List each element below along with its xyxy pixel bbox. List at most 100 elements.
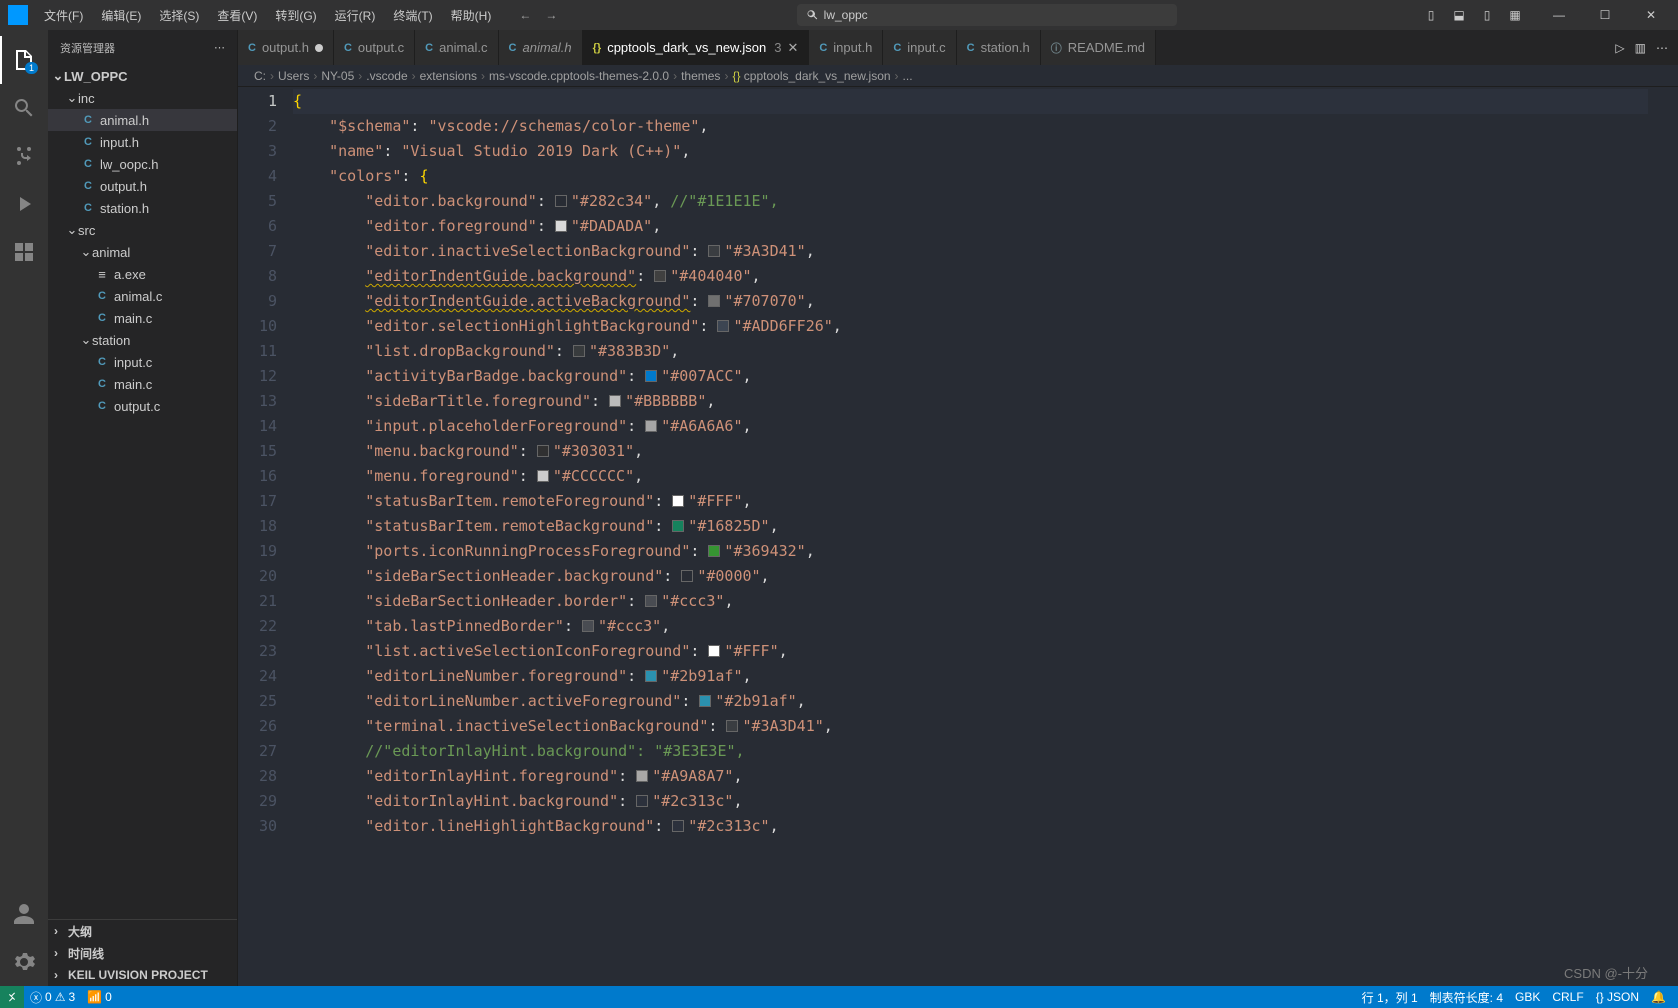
menu-terminal[interactable]: 终端(T) — [385, 3, 440, 28]
code-line[interactable]: "colors": { — [293, 164, 1648, 189]
nav-forward-icon[interactable]: → — [541, 6, 561, 24]
code-line[interactable]: "tab.lastPinnedBorder": "#ccc3", — [293, 614, 1648, 639]
search-input[interactable]: lw_oppc — [797, 4, 1177, 26]
source-control-icon[interactable] — [0, 132, 48, 180]
maximize-button[interactable]: ☐ — [1582, 0, 1628, 30]
split-editor-icon[interactable]: ▥ — [1635, 41, 1646, 55]
tree-file[interactable]: Coutput.h — [48, 175, 237, 197]
minimap[interactable] — [1648, 87, 1678, 986]
menu-view[interactable]: 查看(V) — [209, 3, 265, 28]
code-line[interactable]: "editorLineNumber.foreground": "#2b91af"… — [293, 664, 1648, 689]
sidebar-more-icon[interactable]: ⋯ — [214, 41, 225, 54]
editor-tab[interactable]: ⓘREADME.md — [1041, 30, 1156, 65]
breadcrumb[interactable]: C:›Users›NY-05›.vscode›extensions›ms-vsc… — [238, 65, 1678, 87]
settings-gear-icon[interactable] — [0, 938, 48, 986]
sidebar-section[interactable]: ›大纲 — [48, 920, 237, 942]
code-line[interactable]: "editor.background": "#282c34", //"#1E1E… — [293, 189, 1648, 214]
tree-folder[interactable]: ⌄inc — [48, 87, 237, 109]
breadcrumb-item[interactable]: extensions — [420, 69, 477, 83]
breadcrumb-item[interactable]: {} cpptools_dark_vs_new.json — [732, 69, 890, 83]
code-line[interactable]: "terminal.inactiveSelectionBackground": … — [293, 714, 1648, 739]
tree-file[interactable]: Cinput.h — [48, 131, 237, 153]
editor-tab[interactable]: {}cpptools_dark_vs_new.json3✕ — [583, 30, 810, 65]
panel-bottom-icon[interactable]: ⬓ — [1448, 8, 1470, 22]
code-line[interactable]: "editorIndentGuide.activeBackground": "#… — [293, 289, 1648, 314]
code-line[interactable]: "editor.lineHighlightBackground": "#2c31… — [293, 814, 1648, 839]
encoding-indicator[interactable]: GBK — [1509, 986, 1546, 1008]
indent-indicator[interactable]: 制表符长度: 4 — [1424, 986, 1509, 1008]
editor-tab[interactable]: Cinput.h — [809, 30, 883, 65]
panel-left-icon[interactable]: ▯ — [1420, 8, 1442, 22]
code-line[interactable]: "list.dropBackground": "#383B3D", — [293, 339, 1648, 364]
sidebar-section[interactable]: ›KEIL UVISION PROJECT — [48, 964, 237, 986]
menu-help[interactable]: 帮助(H) — [443, 3, 500, 28]
menu-run[interactable]: 运行(R) — [327, 3, 384, 28]
more-actions-icon[interactable]: ⋯ — [1656, 41, 1668, 55]
code-line[interactable]: "sideBarTitle.foreground": "#BBBBBB", — [293, 389, 1648, 414]
code-line[interactable]: "ports.iconRunningProcessForeground": "#… — [293, 539, 1648, 564]
code-line[interactable]: "menu.background": "#303031", — [293, 439, 1648, 464]
code-line[interactable]: "sideBarSectionHeader.background": "#000… — [293, 564, 1648, 589]
code-line[interactable]: "name": "Visual Studio 2019 Dark (C++)", — [293, 139, 1648, 164]
menu-select[interactable]: 选择(S) — [151, 3, 207, 28]
tab-close-icon[interactable]: ✕ — [787, 40, 798, 56]
editor-tab[interactable]: Cstation.h — [957, 30, 1041, 65]
breadcrumb-item[interactable]: Users — [278, 69, 309, 83]
editor-tab[interactable]: Coutput.h — [238, 30, 334, 65]
code-line[interactable]: "editorIndentGuide.background": "#404040… — [293, 264, 1648, 289]
code-line[interactable]: "input.placeholderForeground": "#A6A6A6"… — [293, 414, 1648, 439]
menu-goto[interactable]: 转到(G) — [267, 3, 324, 28]
tree-file[interactable]: Canimal.c — [48, 285, 237, 307]
menu-edit[interactable]: 编辑(E) — [93, 3, 149, 28]
editor-tab[interactable]: Cinput.c — [883, 30, 956, 65]
panel-right-icon[interactable]: ▯ — [1476, 8, 1498, 22]
cursor-position[interactable]: 行 1，列 1 — [1356, 986, 1424, 1008]
close-button[interactable]: ✕ — [1628, 0, 1674, 30]
sidebar-section[interactable]: ›时间线 — [48, 942, 237, 964]
run-icon[interactable]: ▷ — [1615, 41, 1624, 55]
code-line[interactable]: "editorInlayHint.background": "#2c313c", — [293, 789, 1648, 814]
code-line[interactable]: "editor.foreground": "#DADADA", — [293, 214, 1648, 239]
tree-folder[interactable]: ⌄station — [48, 329, 237, 351]
breadcrumb-item[interactable]: ... — [903, 69, 913, 83]
notifications-icon[interactable]: 🔔 — [1645, 986, 1672, 1008]
breadcrumb-item[interactable]: themes — [681, 69, 720, 83]
tree-file[interactable]: ≡a.exe — [48, 263, 237, 285]
breadcrumb-item[interactable]: C: — [254, 69, 266, 83]
editor-tab[interactable]: Coutput.c — [334, 30, 415, 65]
breadcrumb-item[interactable]: NY-05 — [321, 69, 354, 83]
eol-indicator[interactable]: CRLF — [1546, 986, 1589, 1008]
minimize-button[interactable]: ― — [1536, 0, 1582, 30]
code-line[interactable]: "list.activeSelectionIconForeground": "#… — [293, 639, 1648, 664]
language-indicator[interactable]: {} JSON — [1590, 986, 1645, 1008]
code-editor[interactable]: { "$schema": "vscode://schemas/color-the… — [293, 87, 1648, 986]
tree-file[interactable]: Cmain.c — [48, 307, 237, 329]
tree-folder[interactable]: ⌄src — [48, 219, 237, 241]
code-line[interactable]: { — [293, 89, 1648, 114]
code-line[interactable]: "statusBarItem.remoteForeground": "#FFF"… — [293, 489, 1648, 514]
tree-file[interactable]: Cmain.c — [48, 373, 237, 395]
code-line[interactable]: "editor.inactiveSelectionBackground": "#… — [293, 239, 1648, 264]
tree-file[interactable]: Cstation.h — [48, 197, 237, 219]
explorer-icon[interactable]: 1 — [0, 36, 48, 84]
extensions-icon[interactable] — [0, 228, 48, 276]
code-line[interactable]: "statusBarItem.remoteBackground": "#1682… — [293, 514, 1648, 539]
run-debug-icon[interactable] — [0, 180, 48, 228]
code-line[interactable]: "sideBarSectionHeader.border": "#ccc3", — [293, 589, 1648, 614]
breadcrumb-item[interactable]: ms-vscode.cpptools-themes-2.0.0 — [489, 69, 669, 83]
project-root[interactable]: ⌄ LW_OPPC — [48, 65, 237, 87]
breadcrumb-item[interactable]: .vscode — [366, 69, 407, 83]
code-line[interactable]: "menu.foreground": "#CCCCCC", — [293, 464, 1648, 489]
editor-tab[interactable]: Canimal.c — [415, 30, 498, 65]
code-line[interactable]: "editor.selectionHighlightBackground": "… — [293, 314, 1648, 339]
code-line[interactable]: "$schema": "vscode://schemas/color-theme… — [293, 114, 1648, 139]
search-icon[interactable] — [0, 84, 48, 132]
tree-file[interactable]: Clw_oopc.h — [48, 153, 237, 175]
tree-file[interactable]: Cinput.c — [48, 351, 237, 373]
code-line[interactable]: "editorLineNumber.activeForeground": "#2… — [293, 689, 1648, 714]
ports-indicator[interactable]: 📶0 — [81, 986, 118, 1008]
code-line[interactable]: "editorInlayHint.foreground": "#A9A8A7", — [293, 764, 1648, 789]
code-line[interactable]: "activityBarBadge.background": "#007ACC"… — [293, 364, 1648, 389]
customize-layout-icon[interactable]: ▦ — [1504, 8, 1526, 22]
nav-back-icon[interactable]: ← — [515, 6, 535, 24]
